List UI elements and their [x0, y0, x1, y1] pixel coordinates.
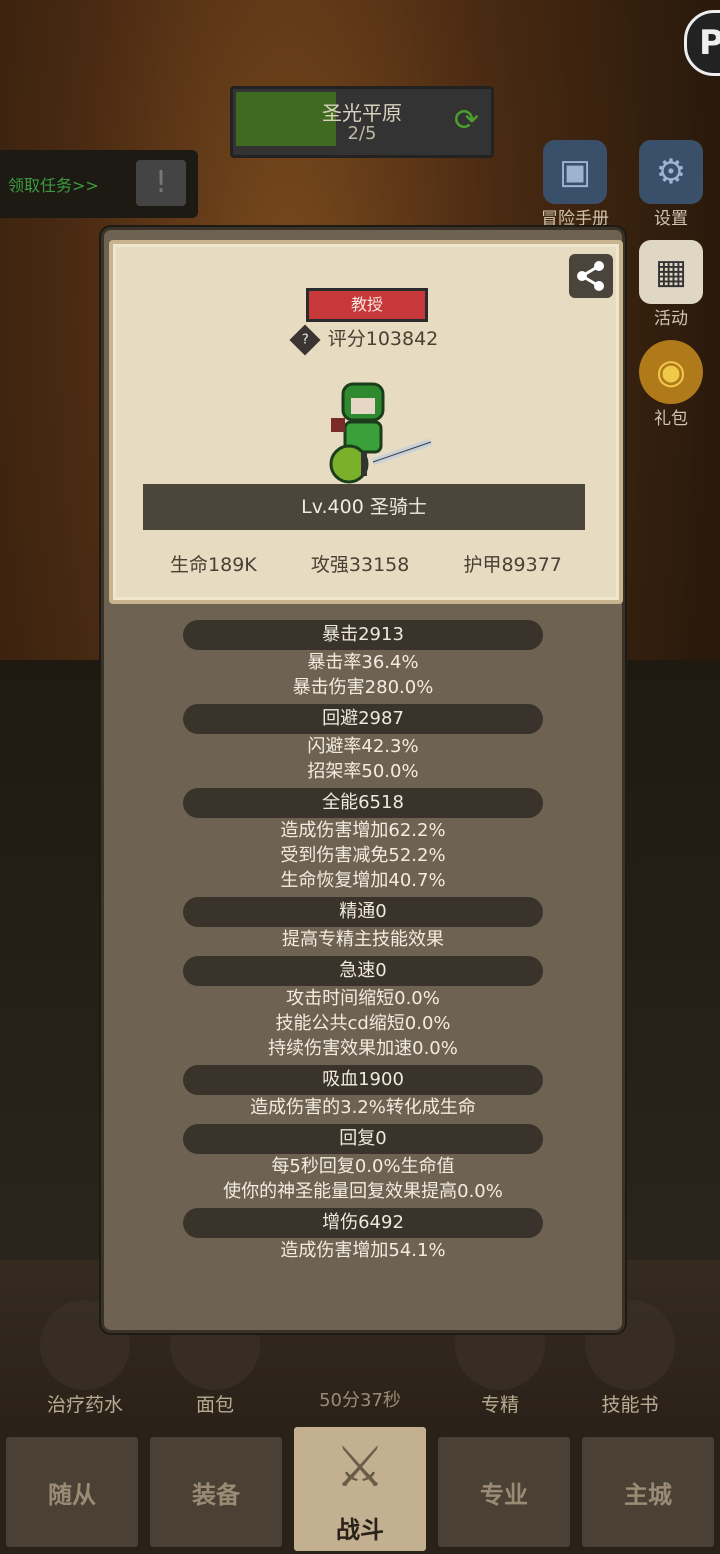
map-progress-box[interactable]: 圣光平原 2/5 ⟳: [230, 86, 494, 158]
share-icon: [577, 261, 604, 291]
score-row: ? 评分103842: [113, 323, 619, 356]
hp-stat: 生命189K: [170, 554, 257, 576]
activity-button[interactable]: ▦ 活动: [626, 240, 716, 329]
attribute-header: 精通0: [183, 897, 543, 927]
settings-button[interactable]: ⚙ 设置: [626, 140, 716, 229]
level-class-bar: Lv.400 圣骑士: [143, 484, 585, 530]
potion-label: 治疗药水: [46, 1394, 123, 1416]
skillbook-label: 技能书: [601, 1394, 659, 1416]
attribute-detail: 闪避率42.3%: [307, 736, 419, 757]
tab-city[interactable]: 主城: [579, 1434, 717, 1550]
adventure-book-label: 冒险手册: [541, 209, 609, 229]
attribute-header: 增伤6492: [183, 1208, 543, 1238]
rank-badge: 教授: [306, 288, 428, 322]
attribute-detail: 造成伤害的3.2%转化成生命: [250, 1097, 476, 1118]
attribute-header: 吸血1900: [183, 1065, 543, 1095]
attribute-detail: 提高专精主技能效果: [282, 929, 444, 950]
bottom-nav: 随从 装备 ⚔ 战斗 专业 主城: [0, 1424, 720, 1554]
tab-equip-label: 装备: [192, 1480, 240, 1509]
tab-profession-label: 专业: [480, 1480, 528, 1509]
attribute-header: 全能6518: [183, 788, 543, 818]
base-stats-row: 生命189K 攻强33158 护甲89377: [113, 550, 619, 577]
attribute-header: 暴击2913: [183, 620, 543, 650]
attribute-detail: 受到伤害减免52.2%: [280, 845, 446, 866]
gift-icon: ◉: [639, 340, 703, 404]
tab-follower[interactable]: 随从: [3, 1434, 141, 1550]
character-detail-dialog: 教授 ? 评分103842 Lv.400 圣骑士 生命189K 攻强33158 …: [101, 227, 625, 1333]
attribute-header: 回复0: [183, 1124, 543, 1154]
help-icon[interactable]: ?: [289, 323, 321, 356]
quest-bar[interactable]: 领取任务>> !: [0, 150, 198, 218]
tab-equip[interactable]: 装备: [147, 1434, 285, 1550]
attribute-detail: 生命恢复增加40.7%: [280, 870, 446, 891]
quest-label: 领取任务>>: [8, 176, 99, 195]
attribute-detail: 造成伤害增加62.2%: [280, 820, 446, 841]
share-button[interactable]: [569, 254, 613, 298]
gear-icon: ⚙: [639, 140, 703, 204]
map-name: 圣光平原: [322, 101, 402, 125]
gift-button[interactable]: ◉ 礼包: [626, 340, 716, 429]
attribute-detail: 技能公共cd缩短0.0%: [275, 1013, 451, 1034]
activity-label: 活动: [654, 309, 688, 329]
attribute-header: 回避2987: [183, 704, 543, 734]
score-text: 评分103842: [327, 328, 439, 350]
tab-city-label: 主城: [624, 1480, 672, 1509]
attribute-detail: 暴击伤害280.0%: [292, 677, 434, 698]
exclamation-icon[interactable]: !: [136, 160, 186, 206]
tab-profession[interactable]: 专业: [435, 1434, 573, 1550]
attribute-detail: 每5秒回复0.0%生命值: [271, 1156, 455, 1177]
attribute-header: 急速0: [183, 956, 543, 986]
chest-timer: 50分37秒: [319, 1390, 401, 1411]
tab-battle[interactable]: ⚔ 战斗: [291, 1424, 429, 1554]
book-icon: ▣: [543, 140, 607, 204]
attribute-detail: 持续伤害效果加速0.0%: [268, 1038, 458, 1059]
tab-battle-label: 战斗: [336, 1516, 384, 1544]
settings-label: 设置: [654, 209, 688, 229]
armor-stat: 护甲89377: [463, 554, 562, 576]
character-card: 教授 ? 评分103842 Lv.400 圣骑士 生命189K 攻强33158 …: [109, 240, 623, 604]
attribute-detail: 使你的神圣能量回复效果提高0.0%: [223, 1181, 503, 1202]
attribute-detail: 攻击时间缩短0.0%: [286, 988, 440, 1009]
attribute-detail: 造成伤害增加54.1%: [280, 1240, 446, 1261]
attribute-detail: 暴击率36.4%: [307, 652, 419, 673]
calendar-icon: ▦: [639, 240, 703, 304]
map-progress-text: 2/5: [347, 123, 377, 144]
paladin-avatar: [329, 382, 433, 484]
spec-label: 专精: [480, 1394, 519, 1416]
attribute-list: 暴击2913 暴击率36.4% 暴击伤害280.0% 回避2987 闪避率42.3% 招架…: [104, 616, 622, 1263]
crossed-swords-icon: ⚔: [334, 1435, 386, 1500]
adventure-book-button[interactable]: ▣ 冒险手册: [530, 140, 620, 229]
gift-label: 礼包: [654, 409, 688, 429]
tab-follower-label: 随从: [48, 1480, 96, 1509]
attribute-detail: 招架率50.0%: [307, 761, 419, 782]
refresh-icon[interactable]: ⟳: [454, 103, 479, 138]
attack-stat: 攻强33158: [310, 554, 410, 576]
bread-label: 面包: [195, 1394, 234, 1416]
